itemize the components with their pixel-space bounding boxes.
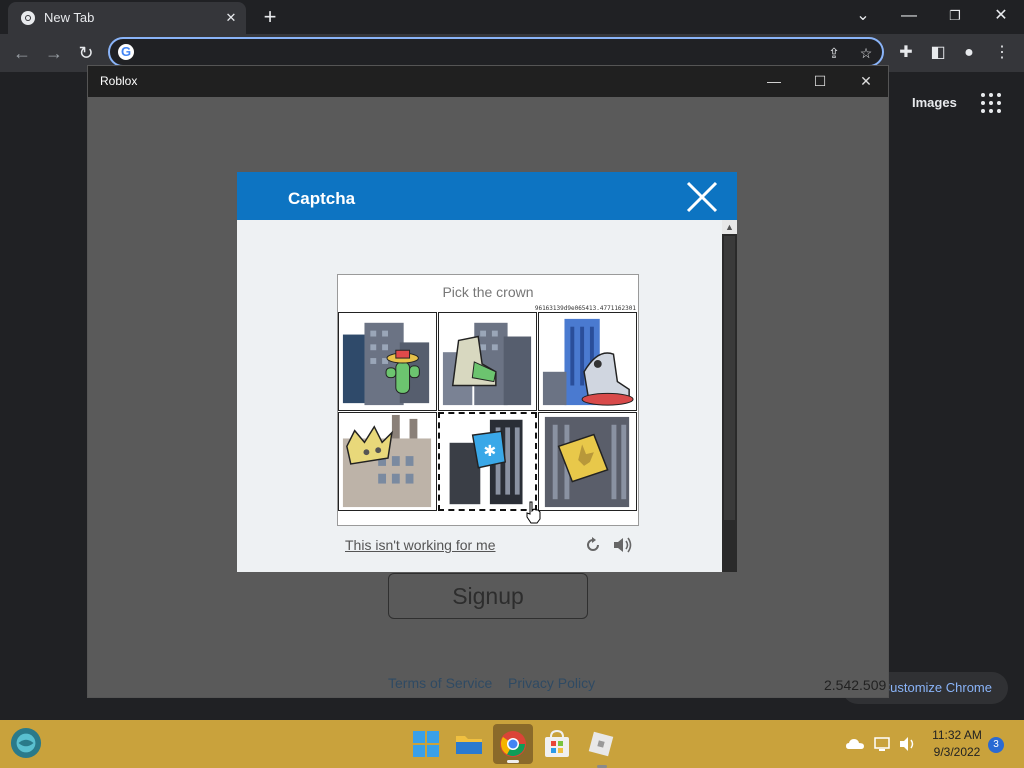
- store-icon[interactable]: [541, 728, 573, 760]
- close-window-icon[interactable]: ✕: [981, 4, 1021, 28]
- roblox-minimize-icon[interactable]: —: [754, 69, 794, 93]
- captcha-scrollbar[interactable]: ▲: [722, 220, 737, 572]
- share-icon[interactable]: ⇪: [824, 43, 844, 63]
- reload-icon[interactable]: ↻: [74, 41, 98, 65]
- address-bar[interactable]: G ⇪ ☆: [108, 37, 884, 67]
- crown-icon: [342, 414, 432, 508]
- captcha-session-id: 96163139d9e065413.4771162301: [534, 305, 636, 312]
- hand-cursor-icon: [526, 501, 541, 524]
- captcha-tile-heel[interactable]: [538, 312, 637, 411]
- tab-close-icon[interactable]: ✕: [222, 9, 240, 27]
- captcha-dialog: Captcha ▲ Pick the crown 96163139d9e0654…: [237, 172, 737, 572]
- scroll-thumb[interactable]: [724, 236, 735, 520]
- onedrive-icon[interactable]: [845, 735, 865, 753]
- notification-badge[interactable]: 3: [988, 737, 1004, 753]
- clock-time[interactable]: 11:32 AM: [932, 728, 982, 742]
- roblox-icon: [588, 731, 614, 757]
- captcha-tile-snowflake[interactable]: ✱: [438, 412, 537, 511]
- version-label: 2.542.509: [824, 677, 887, 693]
- volume-icon[interactable]: [898, 735, 918, 753]
- taskbar: [0, 720, 1024, 768]
- captcha-tile-crown[interactable]: [338, 412, 437, 511]
- maple-leaf-sign-icon: [544, 416, 630, 508]
- captcha-tile-maple[interactable]: [538, 412, 637, 511]
- tab-strip: New Tab ✕ + ⌄ — ❐ ✕: [0, 0, 1024, 34]
- high-heel-shoe-icon: [542, 318, 634, 406]
- file-explorer-icon[interactable]: [453, 728, 485, 760]
- tab-new-tab[interactable]: New Tab ✕: [8, 2, 246, 34]
- network-icon[interactable]: [873, 735, 893, 753]
- svg-text:✱: ✱: [483, 442, 496, 460]
- captcha-help-link[interactable]: This isn't working for me: [345, 537, 496, 553]
- new-tab-button[interactable]: +: [258, 6, 282, 30]
- privacy-link[interactable]: Privacy Policy: [508, 675, 595, 691]
- boot-icon: [442, 322, 532, 406]
- clock-date[interactable]: 9/3/2022: [932, 745, 982, 759]
- widgets-globe-icon[interactable]: [10, 727, 42, 759]
- chrome-icon: [500, 731, 526, 757]
- forward-icon[interactable]: →: [42, 41, 66, 65]
- minimize-icon[interactable]: —: [889, 4, 929, 28]
- side-panel-icon[interactable]: ◧: [927, 42, 949, 64]
- roblox-close-icon[interactable]: ✕: [846, 69, 886, 93]
- audio-icon[interactable]: [612, 535, 634, 555]
- roblox-maximize-icon[interactable]: ☐: [800, 69, 840, 93]
- captcha-header: Captcha: [237, 172, 737, 220]
- captcha-prompt: Pick the crown: [442, 284, 534, 300]
- captcha-title: Captcha: [288, 189, 356, 208]
- restore-icon[interactable]: ❐: [935, 4, 975, 28]
- terms-link[interactable]: Terms of Service: [388, 675, 492, 691]
- roblox-taskbar-button[interactable]: [585, 728, 617, 768]
- chrome-taskbar-button[interactable]: [493, 724, 533, 764]
- menu-icon[interactable]: ⋮: [991, 42, 1013, 64]
- bookmark-star-icon[interactable]: ☆: [856, 43, 876, 63]
- refresh-icon[interactable]: [584, 536, 602, 554]
- cactus-with-hat-icon: [342, 322, 430, 406]
- back-icon[interactable]: ←: [10, 41, 34, 65]
- window-title: Roblox: [100, 74, 138, 88]
- chrome-icon: [21, 11, 35, 25]
- snowflake-sign-icon: ✱: [449, 419, 523, 505]
- start-icon[interactable]: [410, 728, 442, 760]
- tab-title: New Tab: [44, 10, 95, 25]
- active-indicator: [507, 760, 519, 763]
- captcha-challenge: Pick the crown 96163139d9e065413.4771162…: [337, 274, 639, 526]
- profile-icon[interactable]: ●: [958, 42, 980, 64]
- captcha-tile-boot[interactable]: [438, 312, 537, 411]
- signup-button[interactable]: Signup: [388, 573, 588, 619]
- roblox-titlebar: Roblox — ☐ ✕: [88, 66, 888, 97]
- google-icon: G: [118, 44, 134, 60]
- images-link[interactable]: Images: [912, 95, 957, 110]
- google-apps-icon[interactable]: [980, 92, 1002, 114]
- scroll-up-icon[interactable]: ▲: [722, 220, 737, 234]
- captcha-grid: ✱: [338, 312, 638, 512]
- address-input[interactable]: [142, 43, 786, 63]
- captcha-close-icon[interactable]: [685, 180, 719, 214]
- extensions-icon[interactable]: ✚: [895, 42, 917, 64]
- tab-search-icon[interactable]: ⌄: [843, 4, 883, 28]
- captcha-tile-cactus[interactable]: [338, 312, 437, 411]
